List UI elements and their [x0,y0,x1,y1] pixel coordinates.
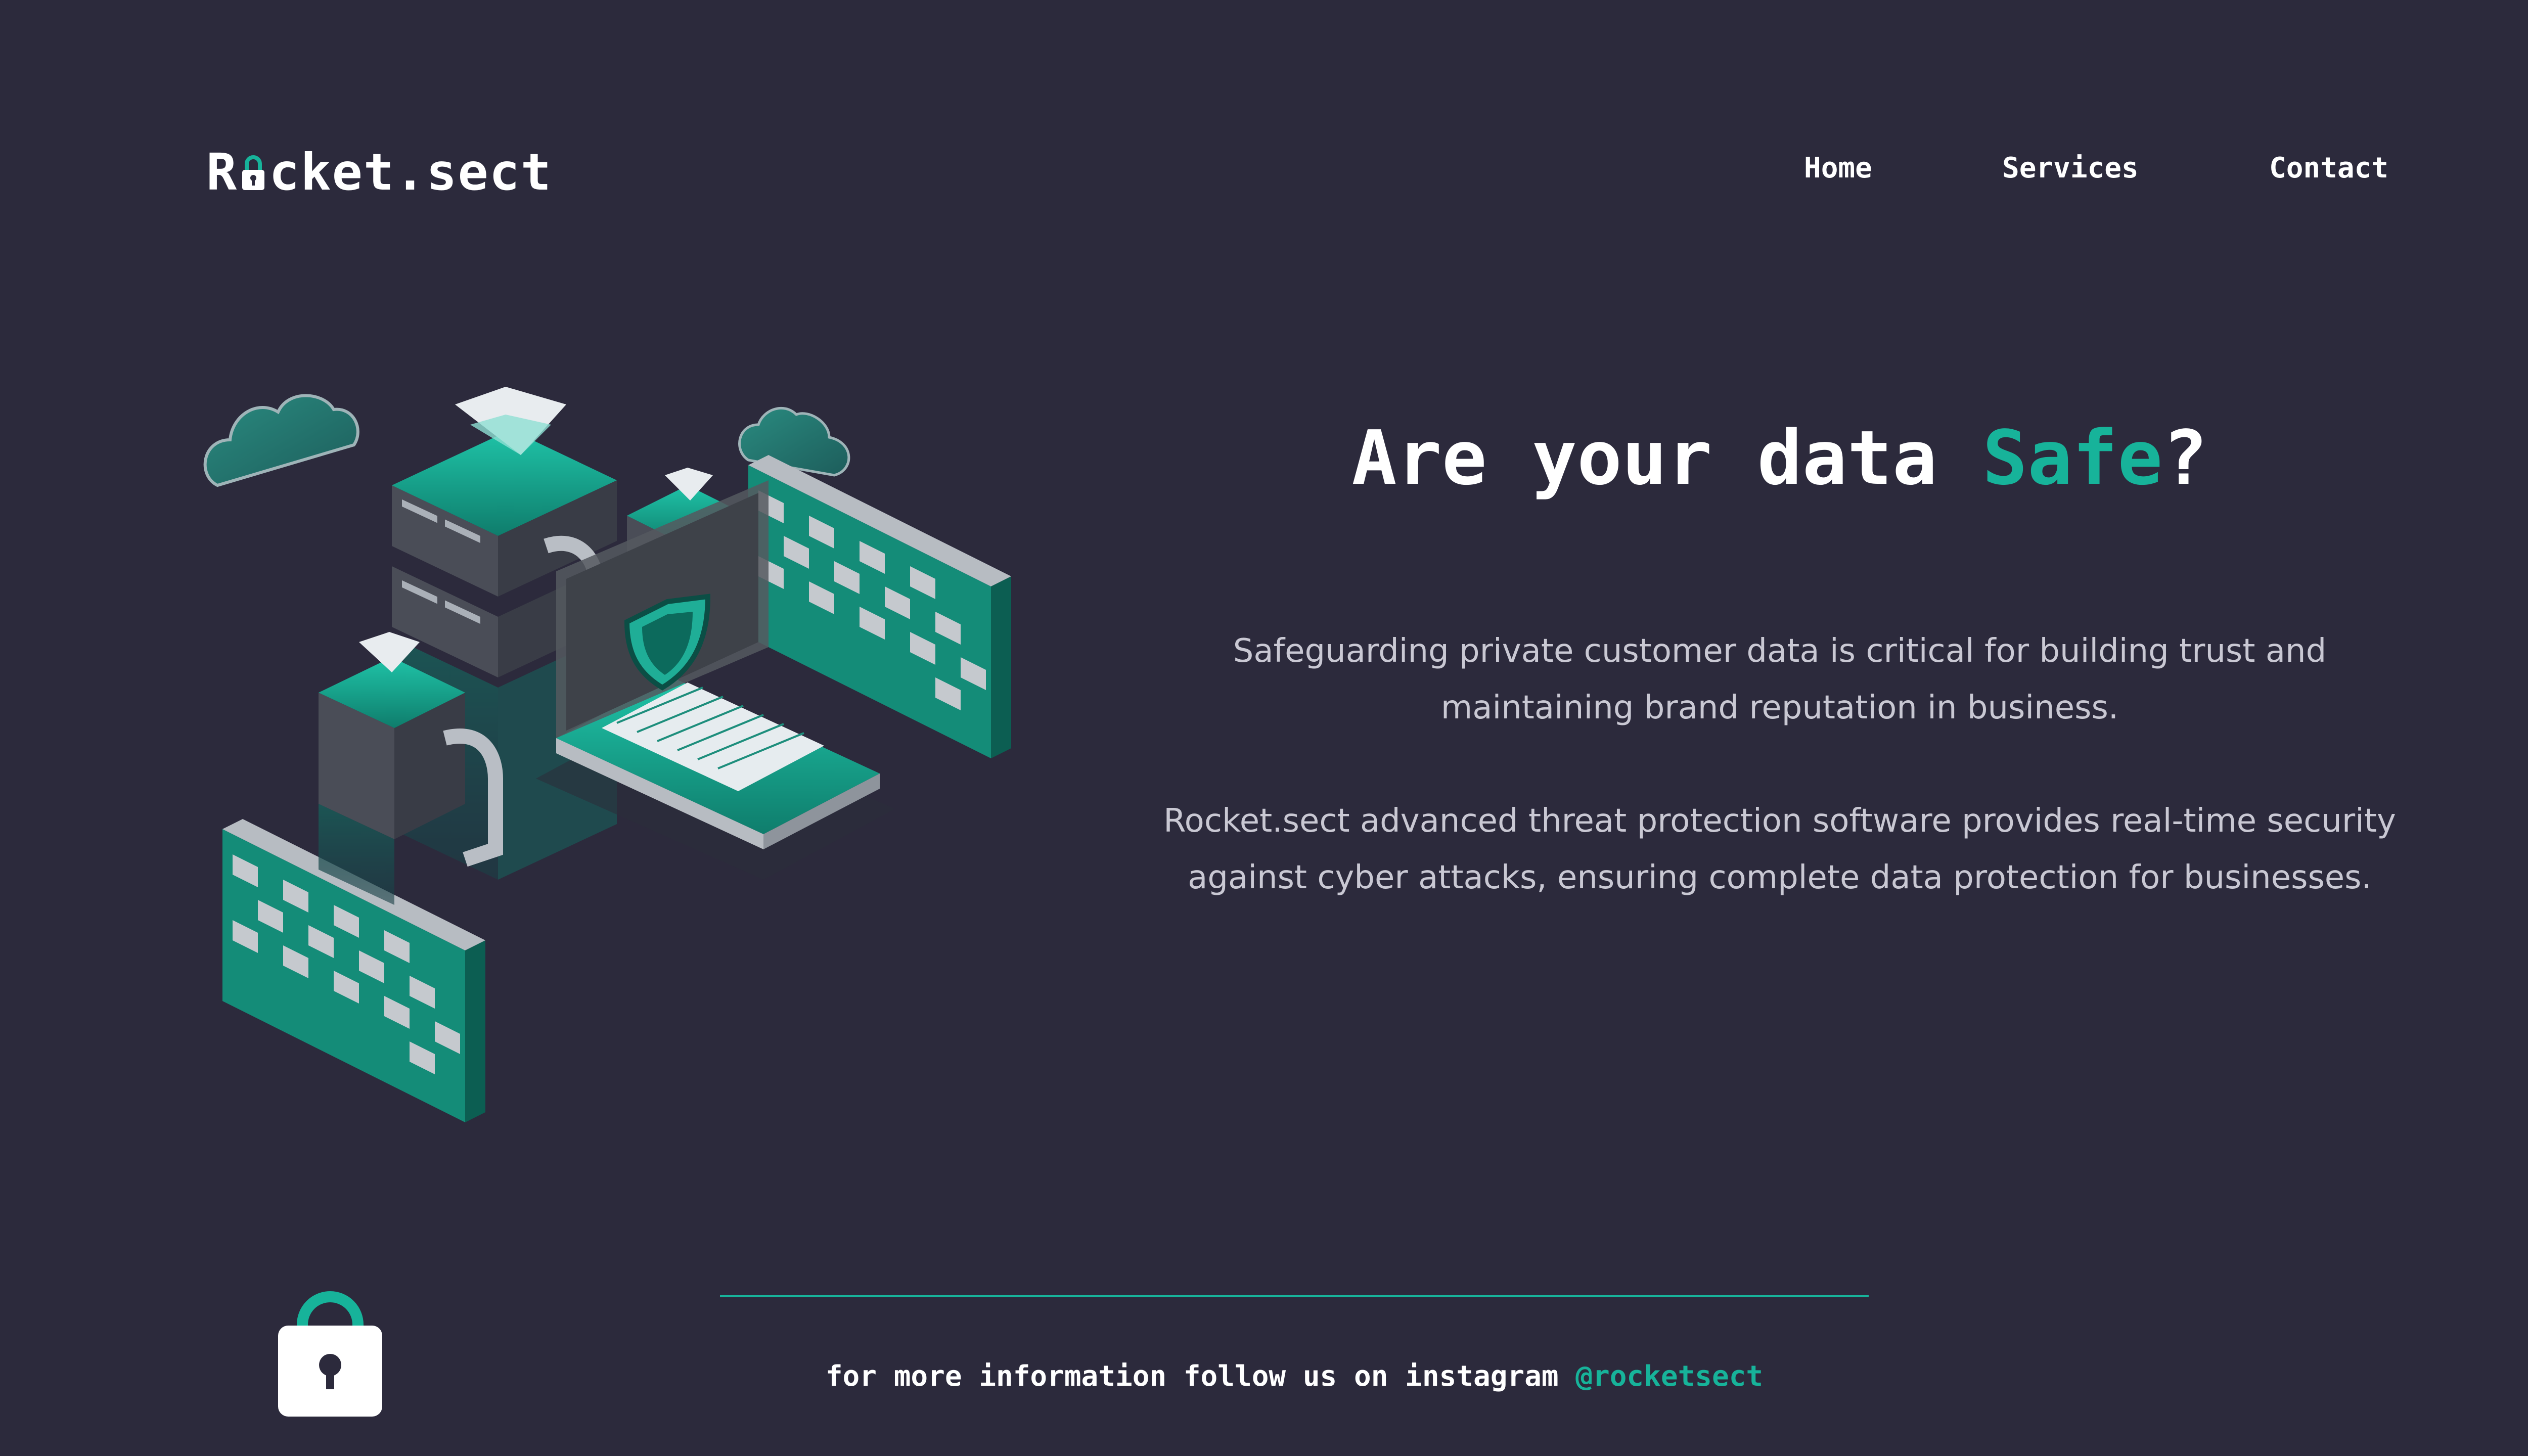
padlock-icon [242,155,265,190]
padlock-icon [278,1291,382,1417]
nav-contact-link[interactable]: Contact [2269,152,2388,192]
brand-name-suffix: cket.sect [269,142,553,202]
hero-title-accent: Safe [1982,415,2163,502]
hero-paragraph-product: Rocket.sect advanced threat protection s… [1163,802,2396,896]
hero-title: Are your data Safe? [1163,415,2397,516]
nav-home-link[interactable]: Home [1804,152,1872,192]
brand-name-prefix: R [206,142,238,202]
footer-instagram-note: for more information follow us on instag… [720,1360,1869,1400]
hero-title-after: ? [2162,415,2208,502]
hero-paragraph-trust: Safeguarding private customer data is cr… [1233,632,2327,726]
nav-services-link[interactable]: Services [2002,152,2139,192]
footer-text: for more information follow us on instag… [825,1360,1576,1393]
firewall-wall [748,455,1011,758]
cloud-icon [203,394,359,487]
hero-title-before: Are your data [1351,415,1982,502]
isometric-data-security-illustration [203,387,1011,1122]
instagram-handle-link[interactable]: @rocketsect [1575,1360,1763,1393]
brand-logo[interactable]: R cket.sect [206,142,552,202]
footer-divider [720,1295,1869,1297]
